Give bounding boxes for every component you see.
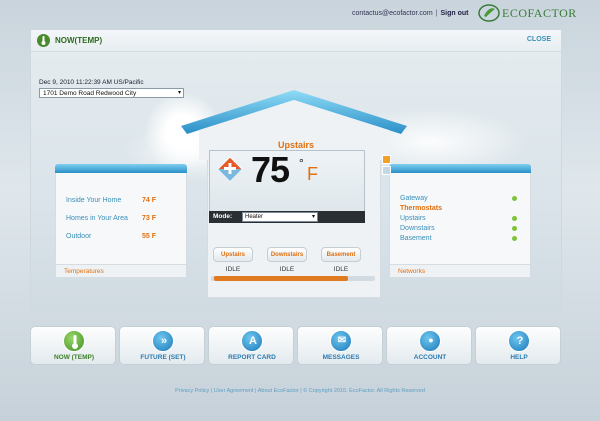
top-bar: contactus@ecofactor.com | Sign out ECOFACT… [0, 0, 600, 28]
user-icon: ● [419, 330, 441, 352]
temperatures-card: Inside Your Home 74 F Homes in Your Area… [55, 164, 187, 278]
status-ok-icon [512, 196, 517, 201]
help-icon: ? [508, 330, 530, 352]
heat-mode-icon [217, 156, 243, 182]
leaf-logo-icon [478, 3, 500, 23]
nav-help[interactable]: ? HELP [475, 326, 561, 365]
zone-status: IDLE [279, 266, 295, 273]
current-datetime: Dec 9, 2010 11:22:39 AM US/Pacific [39, 79, 144, 86]
mode-select-value: Heater [245, 214, 264, 220]
envelope-icon: ✉ [330, 330, 352, 352]
zone-button-upstairs[interactable]: Upstairs [213, 247, 253, 262]
report-card-icon: A [241, 330, 263, 352]
network-row-label: Upstairs [400, 215, 426, 222]
top-links: contactus@ecofactor.com | Sign out [352, 10, 468, 17]
panel-header: NOW(TEMP) CLOSE [31, 30, 561, 52]
zone-button-downstairs[interactable]: Downstairs [267, 247, 307, 262]
close-button[interactable]: CLOSE [527, 36, 551, 43]
zone-status: IDLE [225, 266, 241, 273]
network-row-label: Gateway [400, 195, 428, 202]
nav-glyph: ✉ [337, 335, 347, 346]
nav-account[interactable]: ● ACCOUNT [386, 326, 472, 365]
temp-row-label: Outdoor [66, 233, 92, 240]
network-row-label: Basement [400, 235, 432, 242]
nav-label: MESSAGES [322, 354, 360, 361]
networks-card-roof [389, 164, 531, 173]
fast-forward-icon: » [152, 330, 174, 352]
current-temperature: 75 [251, 149, 290, 190]
zone-scrollbar-thumb[interactable] [214, 276, 349, 281]
tab-temperatures[interactable]: Temperatures [56, 264, 186, 277]
nav-label: ACCOUNT [413, 354, 447, 361]
temp-row-label: Homes in Your Area [66, 215, 128, 222]
heat-indicator-icon[interactable] [382, 155, 391, 164]
chevron-down-icon: ▾ [311, 214, 315, 220]
network-section-heading: Thermostats [400, 205, 443, 212]
ecofactor-logo[interactable]: ECOFACTOR [478, 3, 577, 23]
temp-row-value: 73 F [142, 215, 157, 222]
nav-glyph: ● [428, 335, 434, 345]
zone-button-basement[interactable]: Basement [321, 247, 361, 262]
zone-status: IDLE [333, 266, 349, 273]
nav-glyph: A [249, 335, 257, 347]
temperature-unit: F [307, 164, 318, 184]
temp-row-label: Inside Your Home [66, 197, 122, 204]
nav-future-set[interactable]: » FUTURE (SET) [119, 326, 205, 365]
panel-title: NOW(TEMP) [55, 36, 103, 45]
thermostat-name: Upstairs [277, 140, 314, 150]
nav-now-temp[interactable]: NOW (TEMP) [30, 326, 116, 365]
house-stage: Dec 9, 2010 11:22:39 AM US/Pacific 1701 … [31, 52, 561, 312]
nav-report-card[interactable]: A REPORT CARD [208, 326, 294, 365]
location-select-value: 1701 Demo Road Redwood City [43, 90, 137, 97]
temp-row-value: 55 F [142, 233, 157, 240]
nav-glyph: ? [516, 335, 524, 347]
temp-row-value: 74 F [142, 197, 157, 204]
footer-links[interactable]: Privacy Policy | User Agreement | About … [0, 388, 600, 394]
logo-text: ECOFACTOR [502, 5, 577, 20]
mode-select[interactable]: Heater ▾ [242, 212, 318, 222]
temperatures-card-roof [55, 164, 187, 173]
thermometer-icon [63, 330, 85, 352]
networks-card: Gateway Thermostats Upstairs Downstairs … [389, 164, 531, 278]
contact-email-link[interactable]: contactus@ecofactor.com [352, 10, 433, 17]
nav-label: NOW (TEMP) [53, 354, 95, 361]
status-ok-icon [512, 216, 517, 221]
sign-out-link[interactable]: Sign out [440, 10, 468, 17]
thermometer-icon [37, 34, 50, 47]
mode-label: Mode: [213, 213, 233, 220]
top-link-separator: | [435, 10, 438, 17]
location-select[interactable]: 1701 Demo Road Redwood City ▾ [39, 88, 184, 98]
degree-symbol: ° [299, 156, 304, 170]
tab-networks[interactable]: Networks [390, 264, 530, 277]
nav-label: FUTURE (SET) [140, 354, 186, 361]
now-temp-panel: NOW(TEMP) CLOSE Dec 9, 2010 11:22:39 AM … [30, 29, 562, 312]
nav-messages[interactable]: ✉ MESSAGES [297, 326, 383, 365]
zone-scrollbar[interactable] [211, 276, 375, 281]
nav-label: HELP [510, 354, 528, 361]
network-row-label: Downstairs [400, 225, 435, 232]
nav-glyph: » [160, 335, 168, 347]
status-ok-icon [512, 226, 517, 231]
status-ok-icon [512, 236, 517, 241]
nav-label: REPORT CARD [228, 354, 276, 361]
cool-indicator-icon[interactable] [382, 166, 391, 175]
